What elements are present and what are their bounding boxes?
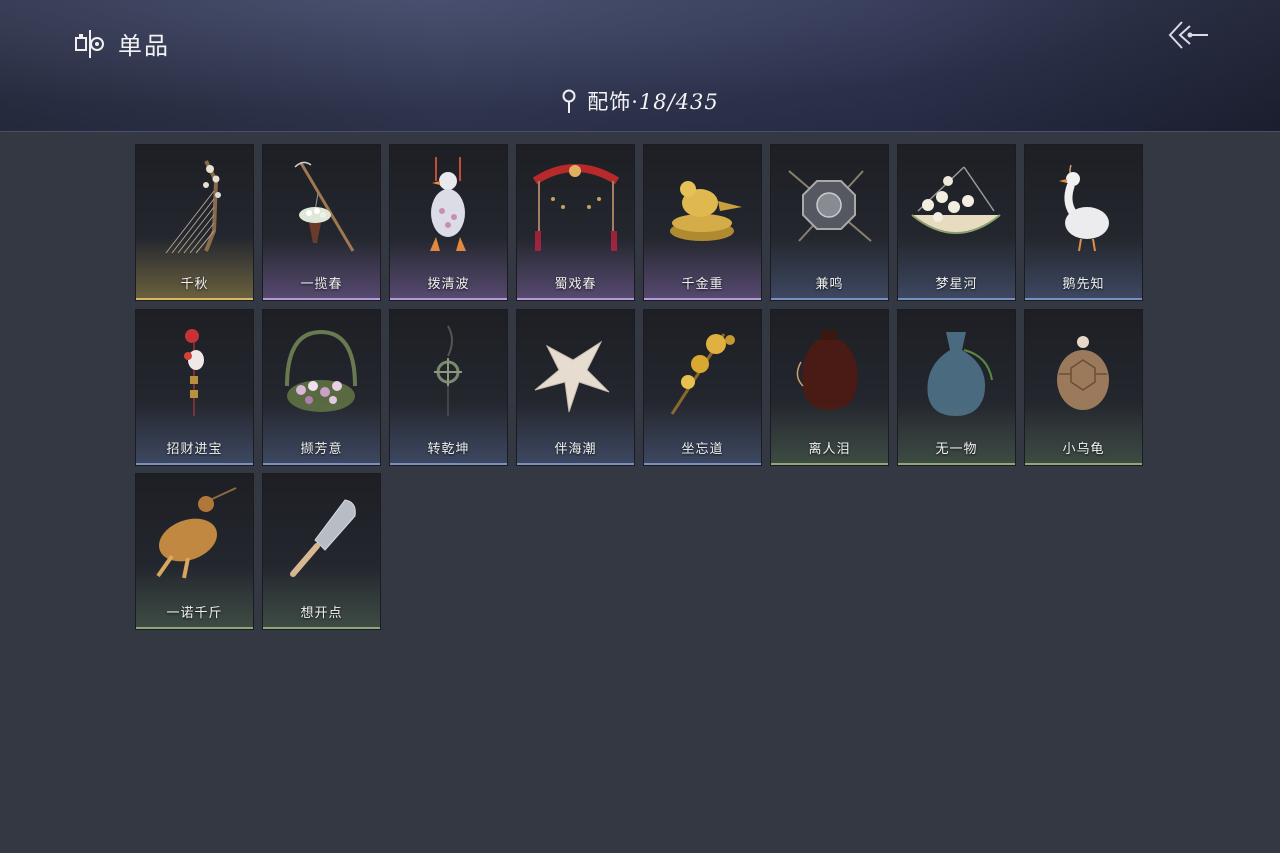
wardrobe-icon bbox=[75, 29, 104, 58]
item-card[interactable]: 招财进宝 bbox=[136, 310, 253, 465]
item-card[interactable]: 一揽春 bbox=[263, 145, 380, 300]
item-name: 坐忘道 bbox=[681, 442, 724, 457]
item-name: 转乾坤 bbox=[427, 442, 470, 457]
item-card[interactable]: 伴海潮 bbox=[517, 310, 634, 465]
item-name: 鹅先知 bbox=[1062, 277, 1105, 292]
item-card[interactable]: 梦星河 bbox=[898, 145, 1015, 300]
category-breadcrumb: 配饰·18/435 bbox=[0, 86, 1280, 116]
item-card[interactable]: 撷芳意 bbox=[263, 310, 380, 465]
item-name: 伴海潮 bbox=[554, 442, 597, 457]
item-name: 梦星河 bbox=[935, 277, 978, 292]
item-name: 想开点 bbox=[300, 606, 343, 621]
item-card[interactable]: 拨清波 bbox=[390, 145, 507, 300]
item-card[interactable]: 蜀戏春 bbox=[517, 145, 634, 300]
item-card[interactable]: 兼鸣 bbox=[771, 145, 888, 300]
item-name: 兼鸣 bbox=[815, 277, 844, 292]
back-arrow-icon[interactable] bbox=[1166, 18, 1210, 52]
item-name: 蜀戏春 bbox=[554, 277, 597, 292]
item-card[interactable]: 坐忘道 bbox=[644, 310, 761, 465]
item-name: 一揽春 bbox=[300, 277, 343, 292]
item-card[interactable]: 鹅先知 bbox=[1025, 145, 1142, 300]
item-count: 18/435 bbox=[638, 90, 719, 114]
item-name: 离人泪 bbox=[808, 442, 851, 457]
item-name: 无一物 bbox=[935, 442, 978, 457]
item-card[interactable]: 转乾坤 bbox=[390, 310, 507, 465]
item-card[interactable]: 无一物 bbox=[898, 310, 1015, 465]
item-name: 千金重 bbox=[681, 277, 724, 292]
item-card[interactable]: 离人泪 bbox=[771, 310, 888, 465]
category-label: 配饰·18/435 bbox=[587, 90, 719, 114]
item-name: 千秋 bbox=[180, 277, 209, 292]
item-card[interactable]: 想开点 bbox=[263, 474, 380, 629]
item-name: 小乌龟 bbox=[1062, 442, 1105, 457]
item-name: 招财进宝 bbox=[166, 442, 223, 457]
item-card[interactable]: 千秋 bbox=[136, 145, 253, 300]
header-banner: 单品 配饰·18/435 bbox=[0, 0, 1280, 132]
item-card[interactable]: 一诺千斤 bbox=[136, 474, 253, 629]
item-name: 拨清波 bbox=[427, 277, 470, 292]
location-pin-icon bbox=[562, 89, 576, 113]
item-card[interactable]: 小乌龟 bbox=[1025, 310, 1142, 465]
page-title: 单品 bbox=[118, 32, 170, 60]
page-brand: 单品 bbox=[74, 26, 170, 61]
item-card[interactable]: 千金重 bbox=[644, 145, 761, 300]
item-name: 一诺千斤 bbox=[166, 606, 223, 621]
item-name: 撷芳意 bbox=[300, 442, 343, 457]
